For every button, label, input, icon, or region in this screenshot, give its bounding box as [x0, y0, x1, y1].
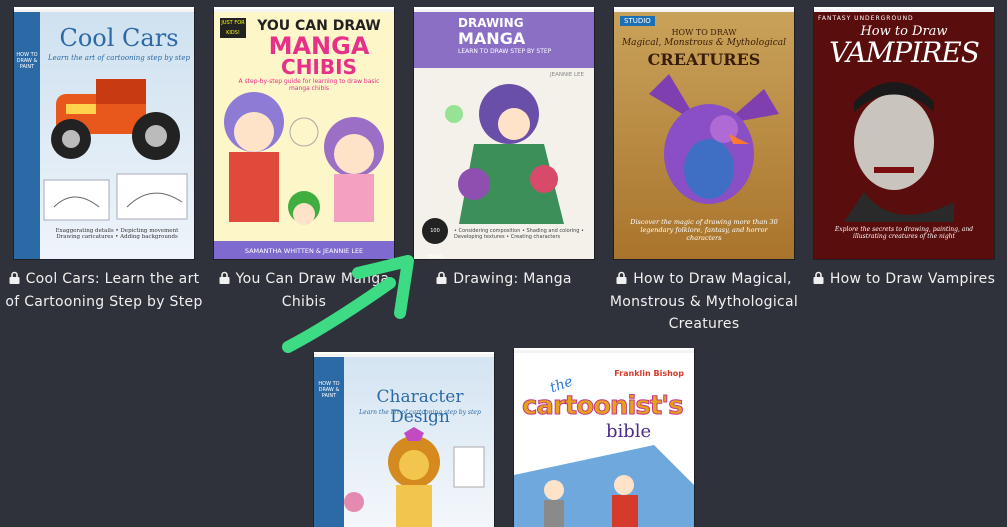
book-title[interactable]: How to Draw Magical, Monstrous & Mytholo…	[610, 271, 798, 332]
car-illustration	[51, 79, 180, 160]
series-label: HOW TO DRAW & PAINT	[16, 52, 38, 70]
cover-subline: Discover the magic of drawing more than …	[630, 218, 778, 242]
cover-authors: SAMANTHA WHITTEN & JEANNIE LEE	[244, 247, 364, 255]
book-caption: How to Draw Vampires	[804, 268, 1004, 291]
book-cover[interactable]: STUDIO HOW TO DRAW Magical, Monstrous & …	[614, 9, 794, 259]
dragon-illustration	[649, 74, 779, 204]
series-label: HOW TO DRAW & PAINT	[318, 381, 340, 399]
chibi-illustration	[224, 92, 384, 225]
cover-bullets: • Considering composition • Shading and …	[454, 228, 584, 240]
cover-subline: Learn the art of cartooning step by step	[48, 54, 190, 62]
cover-badge: 100 YEARS	[422, 218, 448, 259]
book-caption: Cool Cars: Learn the art of Cartooning S…	[4, 268, 204, 313]
cover-line3: CREATURES	[647, 50, 761, 69]
book-title[interactable]: How to Draw Vampires	[830, 271, 995, 287]
lion-illustration	[344, 427, 485, 527]
cover-line2: VAMPIRES	[829, 36, 980, 69]
pencil-illustration	[514, 445, 694, 527]
sketch-illustration	[43, 173, 188, 221]
series-label: FANTASY UNDERGROUND	[818, 15, 914, 22]
book-cover[interactable]: DRAWING MANGA LEARN TO DRAW STEP BY STEP…	[414, 9, 594, 259]
lock-icon	[219, 269, 230, 291]
book-cover[interactable]: JUST FOR KIDS! YOU CAN DRAW MANGA CHIBIS…	[214, 9, 394, 259]
green-arrow-annotation	[282, 255, 414, 353]
cover-line2: MANGA	[458, 29, 526, 48]
book-cover[interactable]: FANTASY UNDERGROUND How to Draw VAMPIRES…	[814, 9, 994, 259]
book-cover[interactable]: HOW TO DRAW & PAINT Character Design Lea…	[314, 354, 494, 527]
cover-subline: Learn the art of cartooning step by step	[359, 409, 481, 416]
cover-headline: Character Design	[376, 387, 464, 427]
cover-badge: JUST FOR KIDS!	[220, 18, 246, 38]
lock-icon	[9, 269, 20, 291]
book-title[interactable]: Drawing: Manga	[453, 271, 572, 287]
lock-icon	[813, 269, 824, 291]
cover-line3: bible	[606, 421, 652, 442]
cover-line1: HOW TO DRAW	[671, 28, 737, 37]
cover-bullets: Exaggerating details • Depicting movemen…	[55, 228, 179, 240]
book-cover[interactable]: Franklin Bishop the cartoonist's bible	[514, 350, 694, 527]
cover-line2: Magical, Monstrous & Mythological	[621, 38, 787, 48]
lock-icon	[616, 269, 627, 291]
cover-headline: Cool Cars	[59, 24, 179, 52]
manga-illustration	[445, 84, 564, 224]
cover-line1: DRAWING	[458, 16, 524, 30]
cover-subline: LEARN TO DRAW STEP BY STEP	[458, 48, 552, 55]
cover-badge: STUDIO	[620, 16, 655, 26]
cover-line2: cartoonist's	[522, 391, 685, 422]
book-caption: How to Draw Magical, Monstrous & Mytholo…	[604, 268, 804, 335]
cover-subline: Explore the secrets to drawing, painting…	[834, 226, 974, 240]
vampire-illustration	[844, 82, 954, 222]
cover-subline: A step-by-step guide for learning to dra…	[238, 78, 380, 92]
book-title[interactable]: Cool Cars: Learn the art of Cartooning S…	[5, 271, 202, 310]
cover-line3: CHIBIS	[281, 55, 357, 79]
cover-author: Franklin Bishop	[614, 369, 684, 378]
book-cover[interactable]: HOW TO DRAW & PAINT Cool Cars Learn the …	[14, 9, 194, 259]
